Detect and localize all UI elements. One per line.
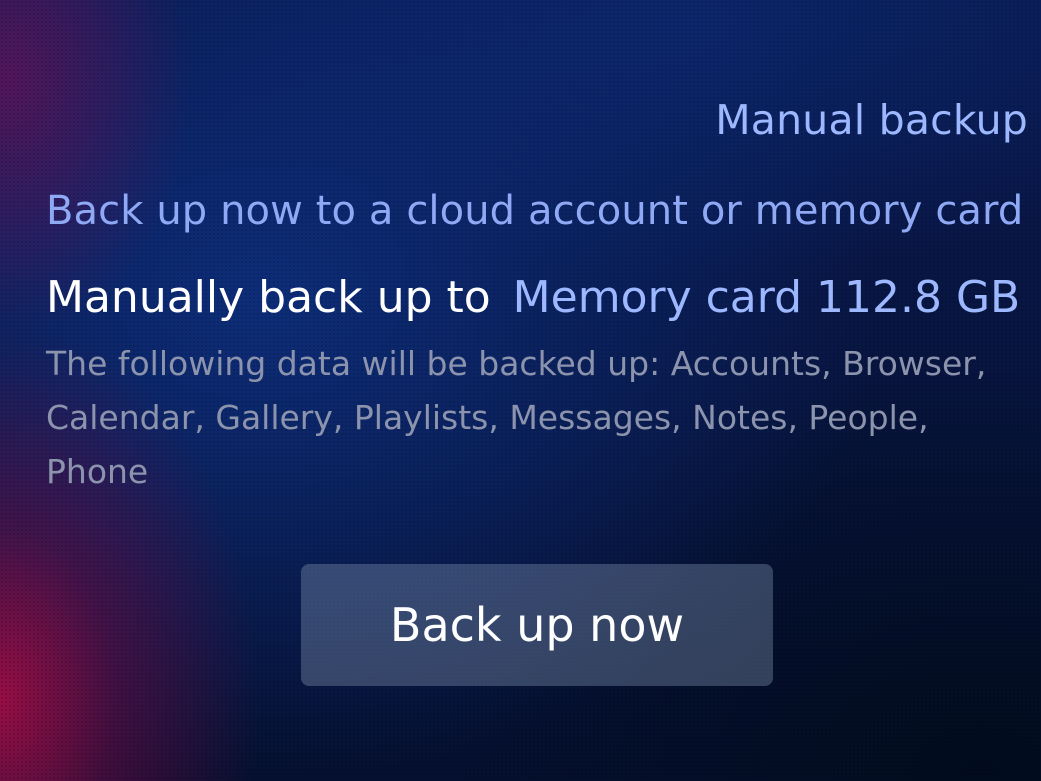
back-up-now-button[interactable]: Back up now	[301, 564, 773, 686]
backup-target-label: Manually back up to	[46, 272, 491, 323]
backup-data-description: The following data will be backed up: Ac…	[46, 344, 987, 491]
section-header: Back up now to a cloud account or memory…	[46, 188, 1024, 234]
backup-target-value[interactable]: Memory card 112.8 GB	[513, 272, 1021, 323]
backup-target-combobox[interactable]: Manually back up to Memory card 112.8 GB	[46, 272, 1023, 334]
page-title: Manual backup	[715, 96, 1028, 144]
